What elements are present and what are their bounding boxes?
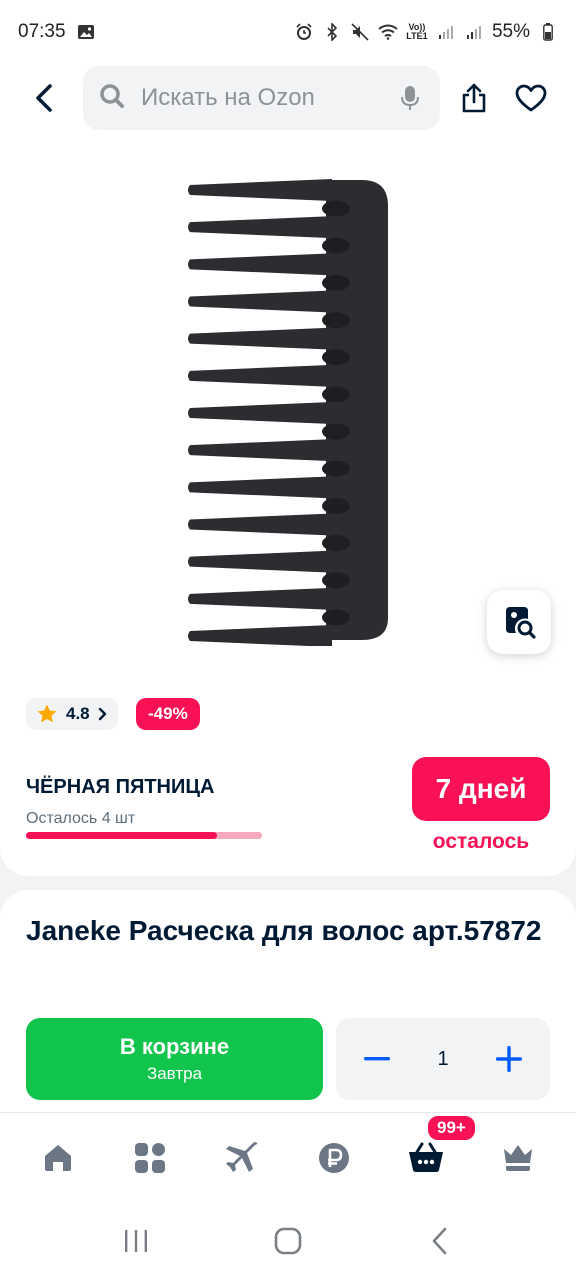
battery-icon [538,22,558,42]
comb-tooth [188,587,332,610]
share-icon [462,83,486,113]
promo-timer-sub: осталось [432,830,530,853]
wifi-icon [378,22,398,42]
in-cart-button[interactable]: В корзине Завтра [26,1018,323,1100]
stock-progress-fill [26,832,218,839]
product-image[interactable] [176,176,400,647]
comb-tooth [188,402,332,424]
visual-search-button[interactable] [487,590,551,654]
product-title: Janeke Расческа для волос арт.57872 [26,915,542,946]
comb-gap-shadow [322,497,350,514]
travel-icon [226,1141,258,1172]
back-button[interactable] [22,76,66,120]
promo-stock-text: Осталось 4 шт [26,810,136,827]
favorite-button[interactable] [509,76,553,120]
tab-travel[interactable] [210,1126,274,1190]
battery-percent: 55% [491,21,530,42]
comb-image [188,179,388,647]
bluetooth-icon [322,22,342,42]
tab-cart[interactable]: 99+ [394,1113,477,1190]
comb-tooth [188,327,332,350]
header [0,64,576,132]
tab-premium[interactable] [486,1126,550,1190]
comb-gap-shadow [322,237,350,254]
recents-button[interactable] [106,1216,166,1266]
image-search-icon [506,607,536,639]
cart-icon [409,1142,443,1172]
status-bar: 07:35 Vo)) LTE1 55% [0,0,576,64]
comb-tooth [188,513,332,536]
tab-home[interactable] [26,1126,90,1190]
in-cart-label: В корзине [119,1034,230,1059]
comb-gap-shadow [322,312,350,329]
comb-gap-shadow [322,572,350,589]
comb-tooth [188,290,332,313]
share-button[interactable] [452,76,496,120]
comb-tooth [188,625,332,647]
tab-finance[interactable] [302,1126,366,1190]
comb-tooth [188,364,332,387]
quantity-stepper: 1 [336,1018,550,1100]
status-time: 07:35 [18,21,66,42]
finance-icon [319,1142,349,1173]
signal-icon-2 [464,22,484,42]
promo-timer: 7 дней [412,757,550,821]
comb-tooth [188,439,332,462]
rating-chip[interactable]: 4.8 [26,698,118,730]
quantity-value: 1 [437,1047,449,1070]
product-gallery-card: 4.8 -49% ЧЁРНАЯ ПЯТНИЦА Осталось 4 шт 7 … [0,64,576,876]
system-back-icon [432,1227,447,1255]
bottom-tab-bar: 99+ [0,1112,576,1202]
comb-gap-shadow [322,609,350,626]
system-back-button[interactable] [410,1216,470,1266]
minus-icon [364,1057,390,1061]
search-icon [99,83,125,114]
comb-gap-shadow [322,386,350,403]
premium-icon [504,1144,532,1171]
home-icon [45,1144,71,1171]
gallery-icon [76,22,96,42]
comb-gap-shadow [322,274,350,291]
comb-tooth [188,550,332,573]
comb-gap-shadow [322,460,350,477]
star-icon [37,704,57,723]
signal-icon [436,22,456,42]
back-arrow-icon [36,84,52,112]
system-navigation-bar [0,1202,576,1280]
cart-count-badge: 99+ [426,1113,477,1142]
comb-gap-shadow [322,349,350,366]
plus-icon [496,1046,522,1072]
tab-catalog[interactable] [118,1126,182,1190]
comb-tooth [188,253,332,276]
comb-gap-shadow [322,200,350,217]
rating-value: 4.8 [66,704,90,723]
comb-gap-shadow [322,535,350,552]
alarm-icon [294,22,314,42]
heart-icon [515,84,547,112]
decrease-button[interactable] [362,1044,392,1074]
mute-icon [350,22,370,42]
comb-tooth [188,216,332,239]
microphone-icon[interactable] [396,84,424,112]
search-input[interactable] [141,84,361,112]
discount-badge: -49% [136,698,200,730]
comb-tooth [188,179,332,201]
recents-icon [125,1230,147,1252]
increase-button[interactable] [494,1044,524,1074]
network-type-label: Vo)) LTE1 [406,22,428,41]
comb-tooth [188,476,332,499]
home-system-button[interactable] [258,1216,318,1266]
chevron-right-icon [98,707,106,721]
product-info-card: Janeke Расческа для волос арт.57872 В ко… [0,890,576,1150]
promo-title: ЧЁРНАЯ ПЯТНИЦА [26,776,215,798]
stock-progress-bar [26,832,262,839]
home-square-icon [274,1227,302,1255]
comb-gap-shadow [322,423,350,440]
delivery-label: Завтра [146,1064,203,1083]
catalog-icon [135,1142,165,1173]
search-bar[interactable] [83,66,440,130]
